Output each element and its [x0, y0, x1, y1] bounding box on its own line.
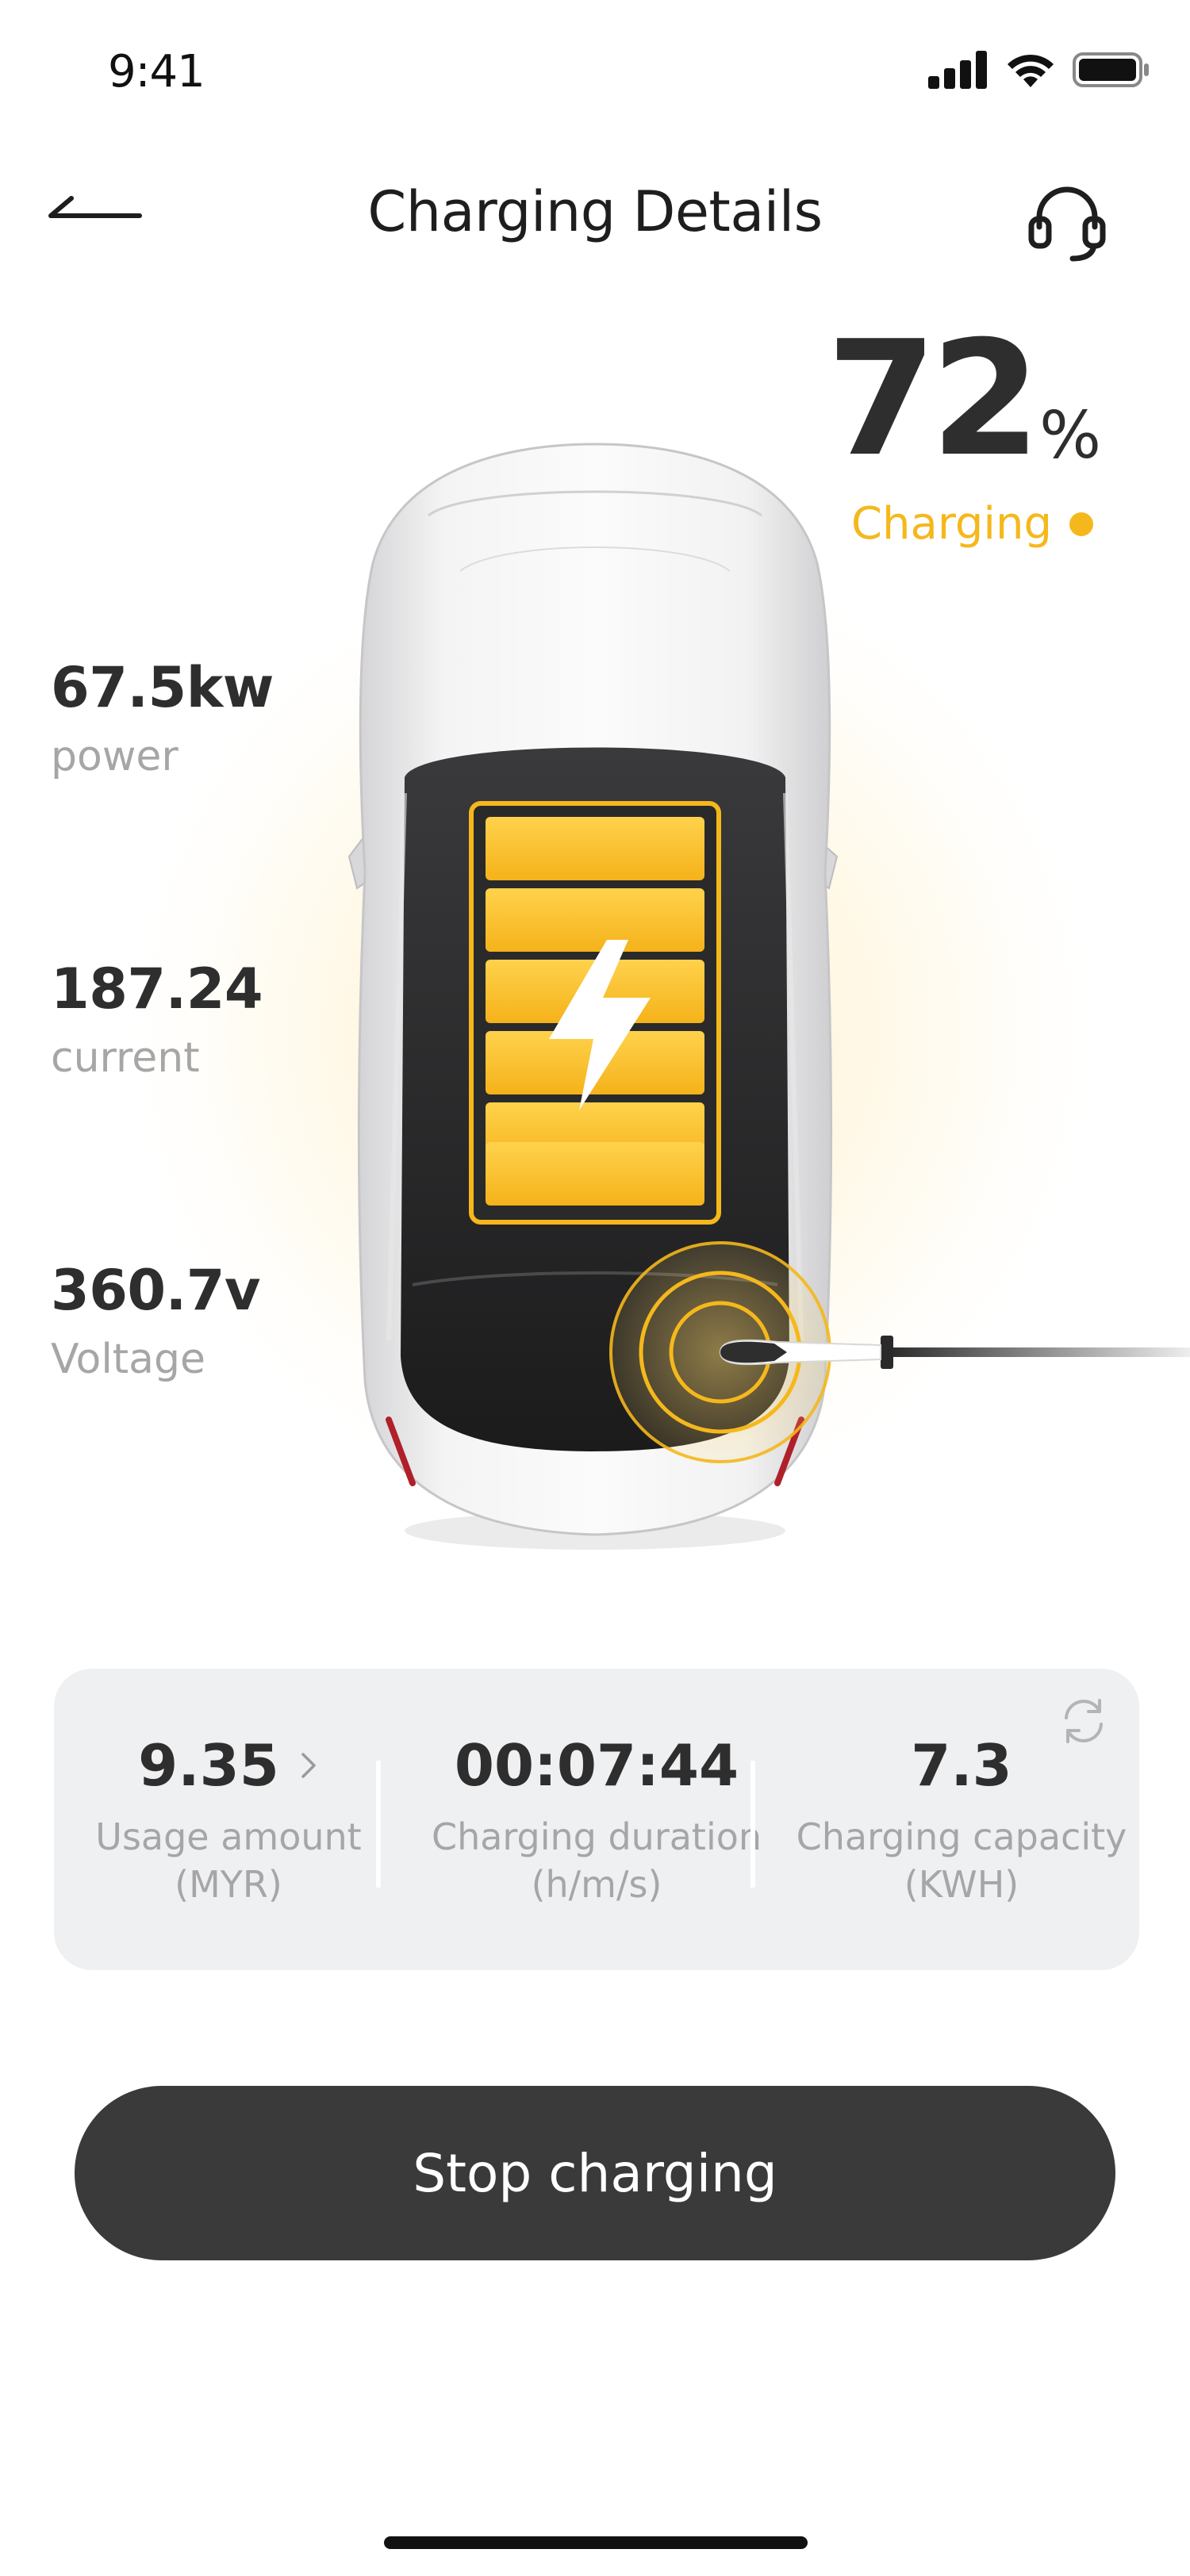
- metric-value: 67.5kw: [51, 655, 274, 720]
- page-title: Charging Details: [367, 179, 823, 244]
- battery-percentage: 72 %: [826, 307, 1101, 492]
- stat-label: Usage amount: [95, 1815, 362, 1858]
- charging-status: Charging: [851, 498, 1093, 550]
- chevron-right-icon: [301, 1753, 316, 1778]
- home-indicator[interactable]: [384, 2536, 808, 2549]
- stat-value: 9.35: [138, 1732, 279, 1799]
- car-illustration: [347, 443, 839, 1550]
- charging-dot-icon: [1069, 512, 1093, 536]
- status-time: 9:41: [108, 46, 205, 98]
- battery-icon: [1073, 52, 1149, 87]
- stat-divider: [376, 1761, 381, 1888]
- metric-current: 187.24 current: [51, 956, 263, 1082]
- stat-unit: (MYR): [175, 1863, 282, 1906]
- stat-charging-duration: 00:07:44 Charging duration (h/m/s): [422, 1732, 771, 1908]
- metric-label: Voltage: [51, 1336, 206, 1383]
- metric-value: 360.7v: [51, 1258, 261, 1323]
- status-icons: [928, 51, 1150, 89]
- battery-percent-value: 72: [826, 307, 1041, 492]
- stat-charging-capacity: 7.3 Charging capacity (KWH): [787, 1732, 1136, 1908]
- stat-divider: [750, 1761, 755, 1888]
- metric-label: current: [51, 1034, 200, 1082]
- stat-label: Charging capacity: [796, 1815, 1127, 1858]
- charging-status-label: Charging: [850, 498, 1052, 550]
- battery-percent-unit: %: [1039, 398, 1101, 473]
- charging-stats-card: 9.35 Usage amount (MYR) 00:07:44 Chargin…: [54, 1669, 1139, 1970]
- stop-charging-label: Stop charging: [413, 2142, 777, 2204]
- stat-label: Charging duration: [431, 1815, 762, 1858]
- metric-value: 187.24: [51, 956, 263, 1022]
- charging-cable: [719, 1336, 1190, 1369]
- cellular-signal-icon: [928, 51, 987, 89]
- support-button[interactable]: [1023, 178, 1111, 265]
- stat-unit: (h/m/s): [531, 1863, 662, 1906]
- wifi-icon: [1008, 54, 1054, 87]
- stat-unit: (KWH): [904, 1863, 1019, 1906]
- stat-usage-amount[interactable]: 9.35 Usage amount (MYR): [54, 1732, 403, 1908]
- metric-voltage: 360.7v Voltage: [51, 1258, 261, 1383]
- headset-icon: [1028, 186, 1106, 262]
- stop-charging-button[interactable]: Stop charging: [75, 2086, 1115, 2260]
- metric-label: power: [51, 733, 178, 780]
- stat-value: 00:07:44: [454, 1732, 739, 1799]
- metric-power: 67.5kw power: [51, 655, 274, 780]
- stat-value: 7.3: [911, 1732, 1012, 1799]
